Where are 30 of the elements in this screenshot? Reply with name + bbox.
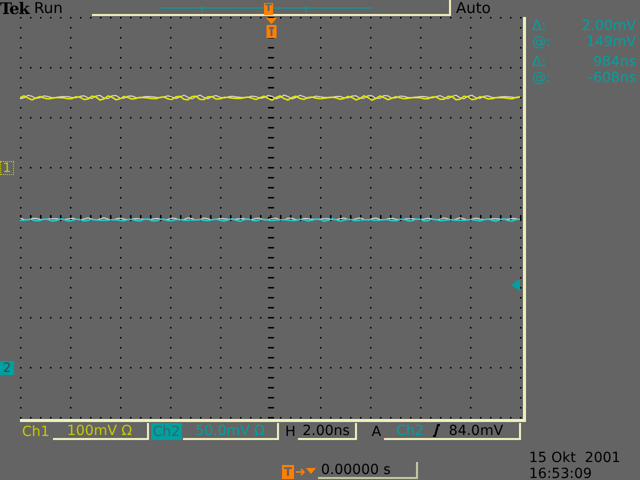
cursor-readout-label: @: bbox=[532, 35, 552, 51]
timebase-label: H bbox=[285, 424, 296, 438]
cursor-readout-value: -608ns bbox=[587, 71, 636, 87]
trigger-marker: T bbox=[264, 3, 273, 15]
trigger-position-marker: T bbox=[282, 465, 294, 479]
brand-logo: Tek bbox=[0, 0, 31, 17]
channel-label[interactable]: Ch2 bbox=[150, 423, 182, 440]
trigger-mode: Auto bbox=[455, 0, 491, 16]
channel-ground-marker: 2 bbox=[0, 361, 14, 375]
cursor-readout-label: Δ: bbox=[532, 55, 548, 71]
trigger-position-value: 0.00000 s bbox=[318, 462, 418, 479]
channel-ground-marker: 1 bbox=[0, 161, 14, 175]
timebase-value: 2.00ns bbox=[298, 423, 357, 440]
cursor-readout-label: @: bbox=[532, 71, 552, 87]
trigger-level: 84.0mV bbox=[448, 424, 504, 438]
date-text: 15 Okt 2001 bbox=[529, 450, 620, 466]
cursor-readout-value: 984ns bbox=[592, 55, 636, 71]
cursor-readout-value: 2.00mV bbox=[580, 19, 636, 35]
trigger-label: A bbox=[372, 424, 382, 438]
channel-label[interactable]: Ch1 bbox=[20, 423, 52, 440]
trigger-marker-icon bbox=[266, 18, 277, 38]
channel-scale: 100mV Ω bbox=[52, 423, 149, 440]
cursor-readout-label: Δ: bbox=[532, 19, 548, 35]
cursor-readout-value: 149mV bbox=[585, 35, 636, 51]
channel-scale: 50.0mV Ω bbox=[183, 423, 280, 440]
acquisition-status: Run bbox=[34, 0, 64, 16]
rising-edge-icon bbox=[432, 424, 441, 437]
trigger-level-arrow-icon bbox=[511, 279, 520, 291]
trigger-source: Ch2 bbox=[396, 424, 424, 438]
time-text: 16:53:09 bbox=[529, 466, 593, 480]
